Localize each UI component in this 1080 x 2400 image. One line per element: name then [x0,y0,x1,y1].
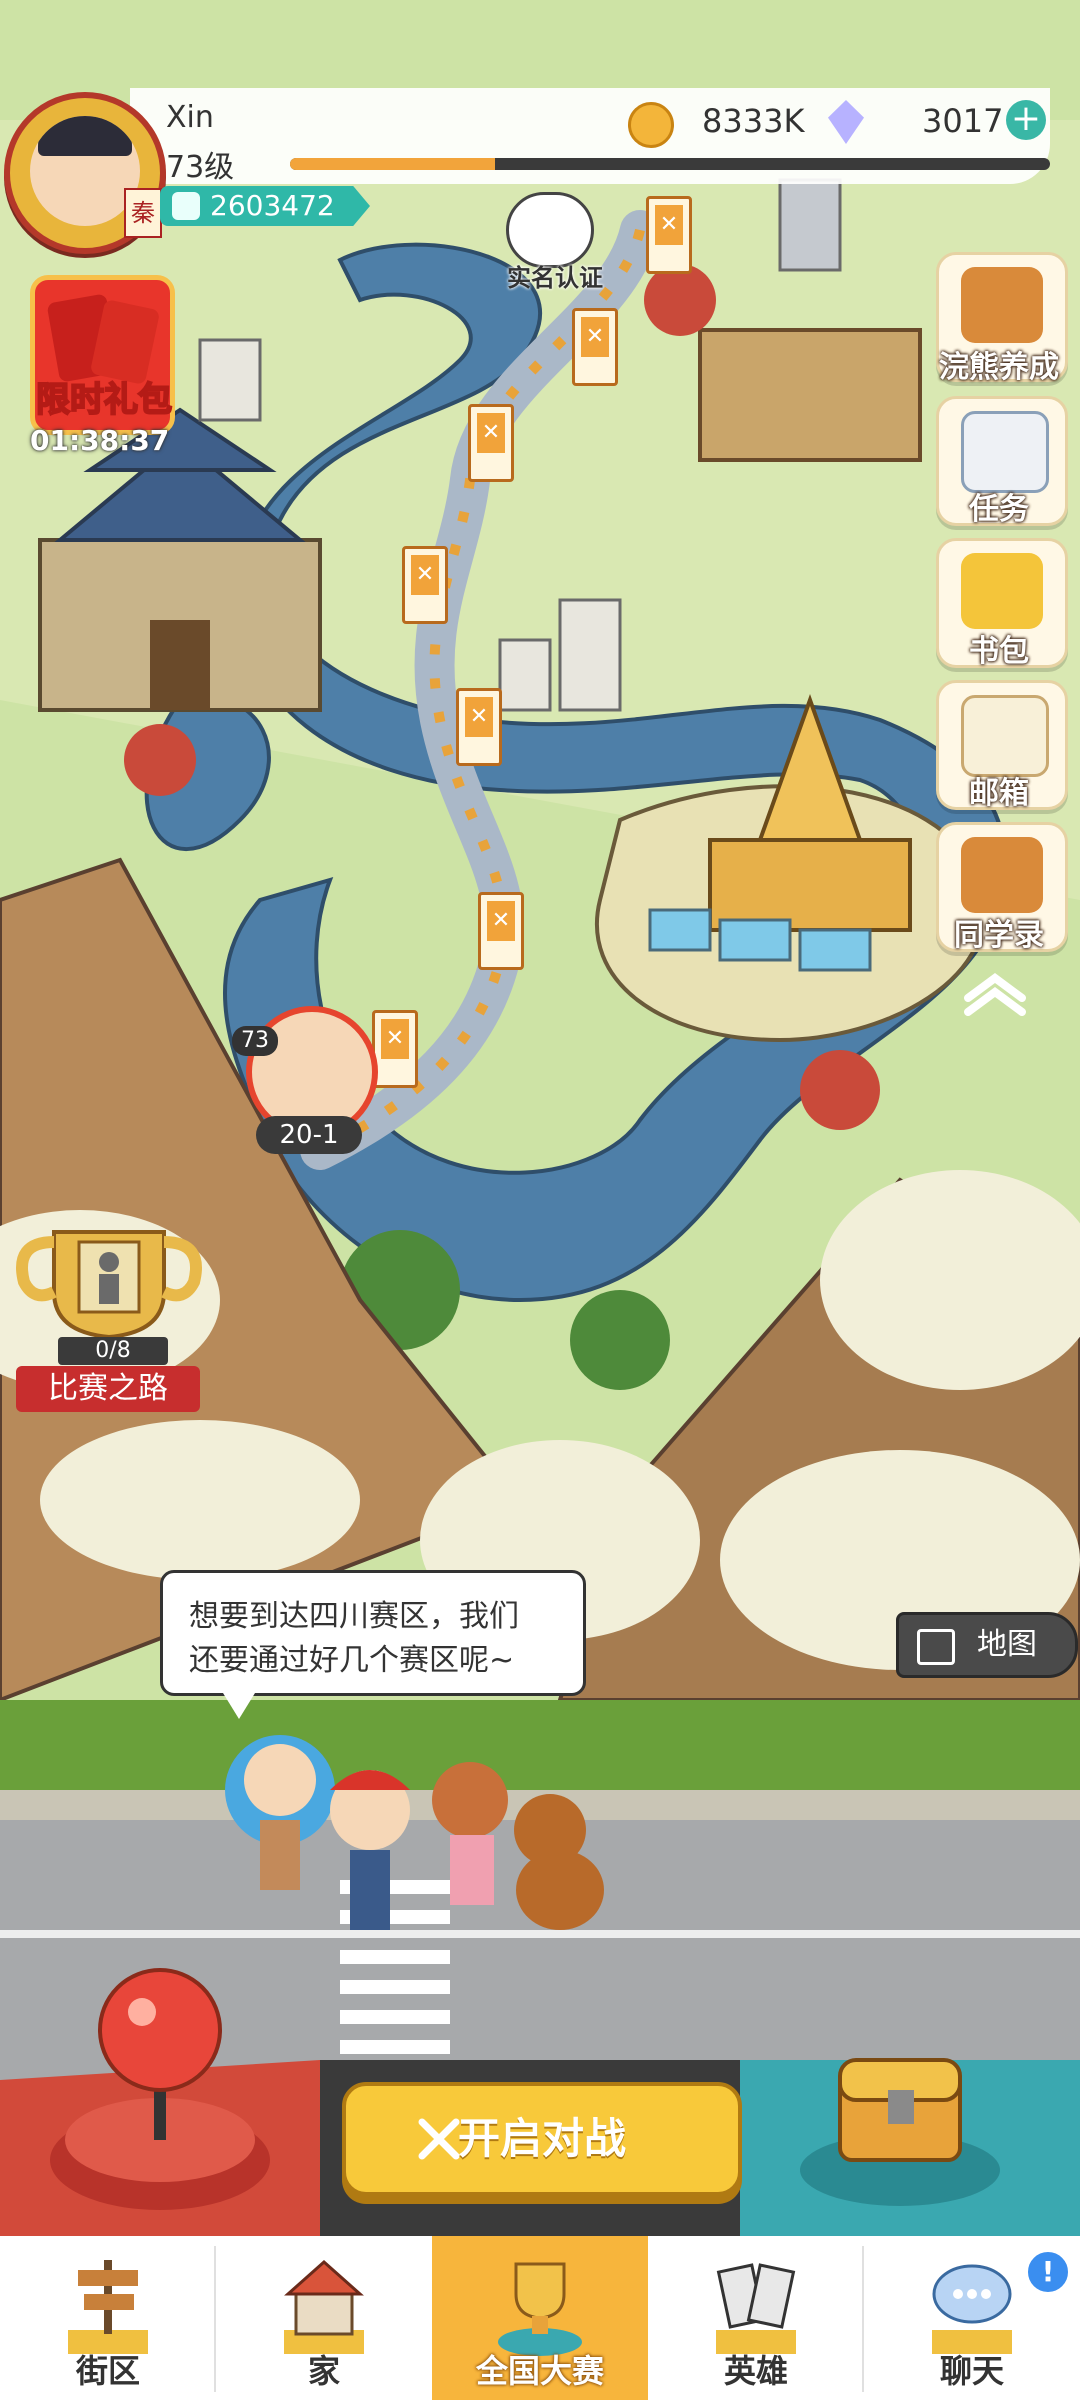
xp-bar [290,158,1050,170]
dialogue-line-2: 还要通过好几个赛区呢~ [189,1643,515,1678]
envelope-icon [961,695,1049,777]
menu-label-mailbox: 邮箱 [969,776,1029,811]
trophy-progress: 0/8 [58,1337,168,1365]
nav-label-home: 家 [307,2352,340,2390]
nav-home[interactable]: 家 [216,2236,432,2400]
player-avatar[interactable]: 秦 [4,92,166,254]
house-icon [284,2259,364,2354]
raccoon-icon [961,267,1043,343]
fist-icon [172,192,200,220]
map-icon [917,1629,955,1665]
chat-bubble-icon [932,2264,1012,2354]
stage-marker[interactable] [572,308,618,386]
trophy-icon[interactable] [14,1222,204,1352]
collapse-menu-icon[interactable] [960,968,1030,1018]
joystick-icon[interactable] [50,1960,350,2220]
dialogue-bubble: 想要到达四川赛区，我们 还要通过好几个赛区呢~ [160,1570,586,1719]
stage-marker[interactable] [372,1010,418,1088]
signpost-icon [68,2260,148,2354]
menu-label-raccoon-training: 浣熊养成 [939,350,1059,385]
nav-heroes[interactable]: 英雄 [648,2236,864,2400]
stage-marker[interactable] [468,404,514,482]
coin-icon [628,102,674,148]
map-button-label: 地图 [977,1627,1037,1662]
xp-bar-fill [290,158,496,170]
avatar-badge: 秦 [124,188,162,238]
backpack-icon [961,553,1043,629]
start-battle-label: 开启对战 [457,2114,626,2163]
power-badge: 2603472 [160,186,370,226]
raccoon-book-icon [961,837,1043,913]
gem-count: 3017 [922,102,1004,140]
stage-marker[interactable] [646,196,692,274]
menu-label-tasks: 任务 [969,492,1029,527]
menu-label-backpack: 书包 [969,634,1029,669]
competition-road-button[interactable]: 比赛之路 [16,1366,200,1412]
player-level: 73级 [166,150,235,185]
nav-label-street: 街区 [75,2352,140,2390]
current-stage-label: 20-1 [256,1116,362,1154]
clipboard-icon [961,411,1049,493]
player-name: Xin [166,100,214,135]
stage-marker[interactable] [478,892,524,970]
limited-gift-label: 限时礼包 [35,379,173,421]
chat-notification-badge: ! [1026,2250,1070,2294]
dialogue-line-1: 想要到达四川赛区，我们 [189,1599,519,1634]
gift-timer: 01:38:37 [30,424,170,457]
nav-label-heroes: 英雄 [723,2352,788,2390]
map-button[interactable]: 地图 [896,1612,1078,1678]
start-battle-button[interactable]: 开启对战 [342,2082,742,2196]
crossed-swords-icon [418,2118,460,2160]
menu-label-classmates: 同学录 [954,918,1044,953]
nav-label-chat: 聊天 [939,2352,1004,2390]
cards-icon [716,2263,796,2354]
realname-label[interactable]: 实名认证 [490,258,620,293]
add-gems-button[interactable]: + [1006,100,1046,140]
coin-count: 8333K [702,102,805,140]
realname-icon[interactable] [506,192,594,268]
stage-marker[interactable] [456,688,502,766]
nav-label-national-competition: 全国大赛 [475,2352,604,2390]
character-group [225,1735,604,1930]
nav-national-competition[interactable]: 全国大赛 [432,2236,648,2400]
map-avatar-level: 73 [232,1026,278,1056]
nav-street[interactable]: 街区 [0,2236,216,2400]
trophy-icon [498,2262,582,2356]
treasure-chest-icon[interactable] [800,2020,1010,2210]
power-value: 2603472 [210,189,335,222]
avatar-hat [38,116,132,156]
stage-marker[interactable] [402,546,448,624]
